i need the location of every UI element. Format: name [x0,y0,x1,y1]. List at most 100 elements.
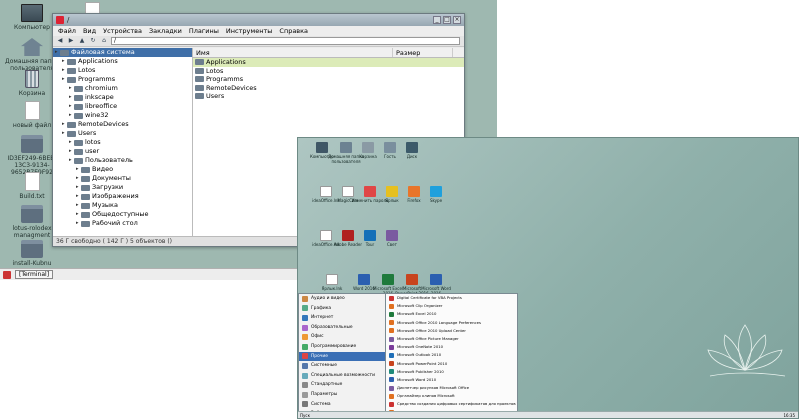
desktop-icon[interactable]: Свет [372,230,412,247]
start-menu-app[interactable]: Microsoft Outlook 2010 [386,351,517,359]
start-menu-category[interactable]: Параметры [299,390,385,400]
app-icon [389,352,394,358]
tree-item[interactable]: ▸ Рабочий стол [53,219,192,228]
start-menu-category-label: Графика [311,305,332,311]
desktop-icon[interactable]: Диск [392,142,432,159]
address-bar[interactable]: / [111,37,460,45]
category-icon [302,324,308,331]
tree-item[interactable]: ▸ Общедоступные [53,210,192,219]
start-menu-category[interactable]: Система [299,400,385,410]
start-menu-app[interactable]: Microsoft Excel 2010 [386,310,517,318]
tree-item[interactable]: ▸ lotos [53,138,192,147]
menu-item[interactable]: Устройства [103,27,142,35]
menu-item[interactable]: Файл [58,27,76,35]
desktop-icon-label: Ярлык.lnk [321,286,343,291]
start-menu-app[interactable]: Microsoft Publisher 2010 [386,368,517,376]
tree-item[interactable]: ▸ Видео [53,165,192,174]
start-menu-app[interactable]: Digital Certificate for VBA Projects [386,294,517,302]
list-row[interactable]: Applications [193,58,464,67]
start-menu-app[interactable]: Microsoft Clip Organizer [386,302,517,310]
start-menu-app[interactable]: Microsoft OneNote 2010 [386,343,517,351]
trash-icon [25,70,39,88]
start-menu-category[interactable]: Системные [299,361,385,371]
start-menu-app[interactable]: Средство создания цифровых сертификатов … [386,400,517,408]
app-icon [389,303,394,309]
tree-item[interactable]: ▸ Файловая система [53,48,192,57]
app-menu-icon[interactable] [3,270,11,279]
tree-item[interactable]: ▸ Пользователь [53,156,192,165]
start-menu-app-label: Microsoft Clip Organizer [397,303,443,309]
tree-item[interactable]: ▸ Users [53,129,192,138]
start-menu-app-label: Microsoft Excel 2010 [397,311,437,317]
start-menu-category[interactable]: Стандартные [299,380,385,390]
computer-icon [21,4,43,22]
start-menu-category[interactable]: Графика [299,304,385,314]
category-icon [302,401,308,408]
list-row[interactable]: RemoteDevices [193,84,464,93]
start-menu-app[interactable]: Microsoft PowerPoint 2010 [386,360,517,368]
list-row[interactable]: Programms [193,75,464,84]
start-menu-app[interactable]: Органайзер клипов Microsoft [386,392,517,400]
start-menu-category[interactable]: Аудио и видео [299,294,385,304]
start-menu-app[interactable]: Microsoft Office 2010 Language Preferenc… [386,319,517,327]
minimize-button[interactable]: _ [433,16,441,24]
tree-item-label: Общедоступные [92,210,149,218]
menu-item[interactable]: Закладки [149,27,182,35]
tree-item[interactable]: ▸ user [53,147,192,156]
start-menu-app[interactable]: Диспетчер рисунков Microsoft Office [386,384,517,392]
start-menu-app[interactable]: Microsoft Office 2010 Upload Center [386,327,517,335]
start-button[interactable]: Пуск [300,413,310,418]
column-size[interactable]: Размер [393,48,453,57]
tree-item[interactable]: ▸ chromium [53,84,192,93]
back-icon[interactable]: ◀ [56,37,64,45]
start-menu-app[interactable]: Microsoft Office Picture Manager [386,335,517,343]
maximize-button[interactable]: □ [443,16,451,24]
tree-item[interactable]: ▸ Lotos [53,66,192,75]
menu-item[interactable]: Справка [279,27,308,35]
window-titlebar[interactable]: / _ □ × [53,14,464,26]
tree-item[interactable]: ▸ libreoffice [53,102,192,111]
folder-icon [67,121,76,128]
reload-icon[interactable]: ↻ [89,37,97,45]
list-row-name: Programms [206,75,244,83]
start-menu-category[interactable]: Прочие [299,351,385,362]
tree-item[interactable]: ▸ inkscape [53,93,192,102]
menu-item[interactable]: Инструменты [226,27,273,35]
app-icon [430,186,442,197]
start-menu-category-label: Специальные возможности [311,372,375,378]
tree-item[interactable]: ▸ Programms [53,75,192,84]
tree-item[interactable]: ▸ Музыка [53,201,192,210]
tree-item[interactable]: ▸ RemoteDevices [53,120,192,129]
app-icon [326,274,338,285]
column-headers: Имя Размер [193,48,464,58]
menu-item[interactable]: Плагины [189,27,219,35]
app-icon [406,142,418,153]
tree-item[interactable]: ▸ Изображения [53,192,192,201]
up-icon[interactable]: ▲ [78,37,86,45]
start-menu-category[interactable]: Офис [299,332,385,342]
list-row[interactable]: Lotos [193,67,464,76]
menu-item[interactable]: Вид [83,27,96,35]
column-name[interactable]: Имя [193,48,393,57]
tree-item[interactable]: ▸ Applications [53,57,192,66]
forward-icon[interactable]: ▶ [67,37,75,45]
tree-item-label: Lotos [78,66,96,74]
start-menu-app[interactable]: Microsoft Word 2010 [386,376,517,384]
list-row[interactable]: Users [193,92,464,101]
home-icon[interactable]: ⌂ [100,37,108,45]
list-row-name: Lotos [206,66,224,75]
tree-item[interactable]: ▸ Документы [53,174,192,183]
start-menu-category[interactable]: Образовательные [299,323,385,333]
app-icon [389,385,394,391]
folder-icon [81,166,90,173]
app-icon [389,344,394,350]
close-button[interactable]: × [453,16,461,24]
tree-item[interactable]: ▸ Загрузки [53,183,192,192]
desktop-icon[interactable]: Skype [416,186,456,203]
start-menu-category[interactable]: Специальные возможности [299,371,385,381]
app-icon [389,402,394,408]
taskbar-terminal-button[interactable]: [Terminal] [15,270,54,279]
tree-item[interactable]: ▸ wine32 [53,111,192,120]
start-menu-category[interactable]: Программирование [299,342,385,352]
start-menu-category[interactable]: Интернет [299,313,385,323]
